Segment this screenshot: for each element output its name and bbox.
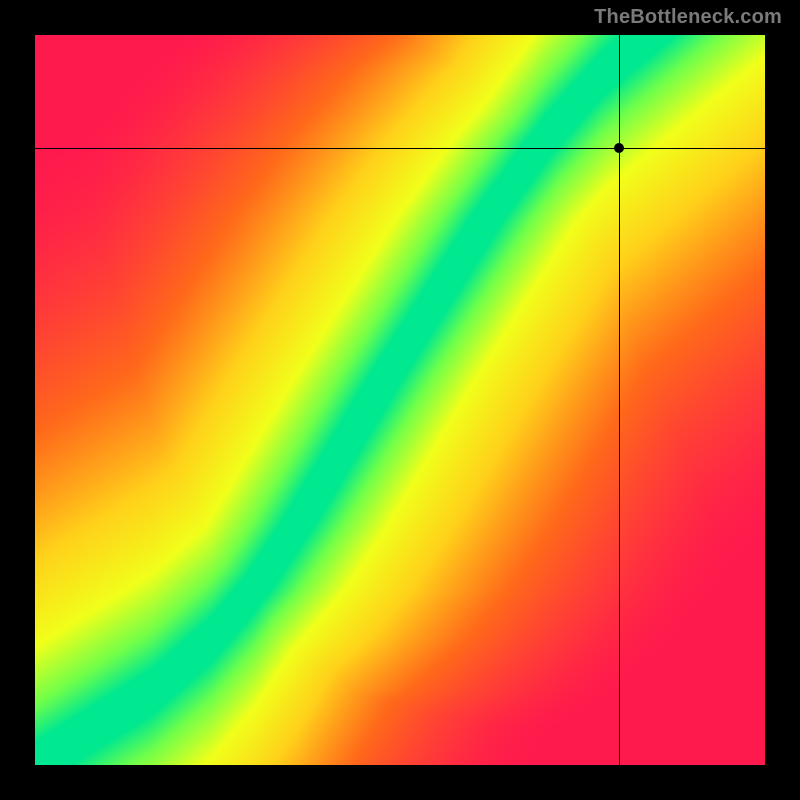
heatmap-canvas: [35, 35, 765, 765]
crosshair-marker: [614, 143, 624, 153]
crosshair-horizontal: [35, 148, 765, 149]
chart-container: TheBottleneck.com: [0, 0, 800, 800]
watermark-text: TheBottleneck.com: [594, 6, 782, 29]
heatmap-plot: [35, 35, 765, 765]
